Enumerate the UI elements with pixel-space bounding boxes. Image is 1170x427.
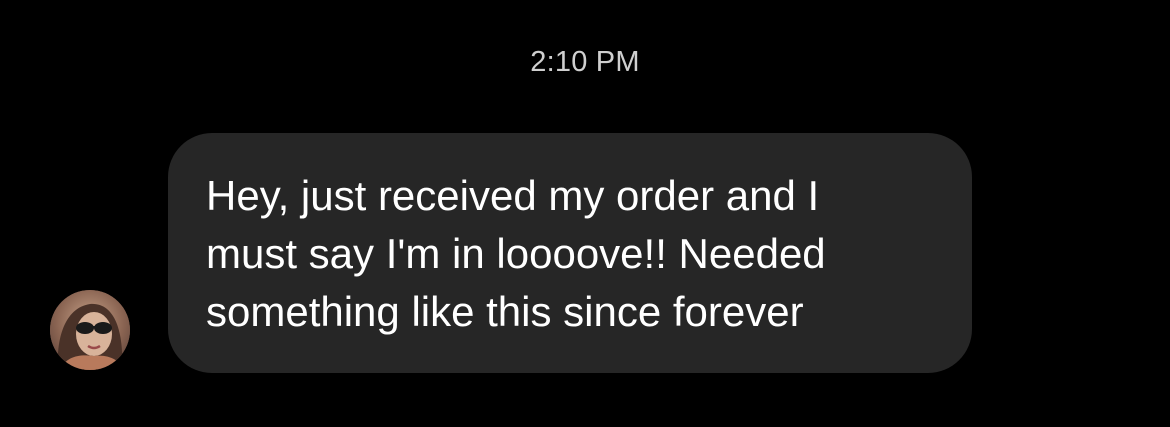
message-timestamp: 2:10 PM — [530, 46, 640, 78]
avatar-photo-icon — [50, 290, 130, 370]
incoming-message-row: Hey, just received my order and I must s… — [50, 133, 980, 373]
sender-avatar[interactable] — [50, 290, 130, 370]
message-text: Hey, just received my order and I must s… — [206, 172, 826, 335]
message-bubble[interactable]: Hey, just received my order and I must s… — [168, 133, 972, 373]
